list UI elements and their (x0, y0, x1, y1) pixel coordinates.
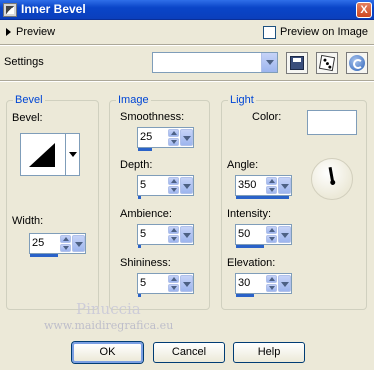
reset-icon (349, 55, 365, 71)
bevel-group: Bevel (6, 94, 99, 310)
intensity-level-bar (236, 245, 264, 248)
elevation-value: 30 (238, 277, 251, 289)
smoothness-level-bar (138, 148, 152, 151)
intensity-value: 50 (238, 228, 251, 240)
ambience-value: 5 (140, 228, 147, 240)
smoothness-down-arrow-icon[interactable] (168, 138, 179, 146)
angle-up-arrow-icon[interactable] (266, 177, 277, 185)
image-group-title: Image (116, 94, 151, 106)
width-label: Width: (12, 215, 44, 227)
shininess-level-bar (138, 294, 141, 297)
depth-level-bar (138, 196, 141, 199)
angle-dropdown-icon[interactable] (278, 177, 291, 194)
ambience-dropdown-icon[interactable] (180, 226, 193, 243)
angle-level-bar (236, 196, 289, 199)
preview-label[interactable]: Preview (16, 26, 55, 38)
save-preset-button[interactable] (286, 52, 308, 74)
depth-down-arrow-icon[interactable] (168, 186, 179, 194)
elevation-level-bar (236, 294, 254, 297)
intensity-spinner[interactable]: 50 (235, 224, 292, 248)
chevron-down-icon[interactable] (261, 53, 277, 72)
smoothness-value: 25 (140, 131, 153, 143)
preview-on-image-checkbox[interactable] (263, 26, 276, 39)
elevation-dropdown-icon[interactable] (278, 275, 291, 292)
ambience-down-arrow-icon[interactable] (168, 235, 179, 243)
watermark-name: Pinuccia (76, 300, 141, 318)
ambience-label: Ambience: (120, 208, 172, 220)
elevation-spinner[interactable]: 30 (235, 273, 292, 297)
dice-icon (318, 54, 336, 72)
width-level-bar (30, 254, 58, 257)
smoothness-dropdown-icon[interactable] (180, 129, 193, 146)
bevel-shape-preview[interactable] (20, 133, 66, 176)
angle-dial[interactable] (311, 158, 353, 200)
elevation-up-arrow-icon[interactable] (266, 275, 277, 283)
elevation-down-arrow-icon[interactable] (266, 284, 277, 292)
watermark-url: www.maidiregrafica.eu (44, 319, 174, 332)
smoothness-spinner[interactable]: 25 (137, 127, 194, 151)
intensity-up-arrow-icon[interactable] (266, 226, 277, 234)
ambience-up-arrow-icon[interactable] (168, 226, 179, 234)
width-spinner[interactable]: 25 (29, 233, 86, 257)
elevation-label: Elevation: (227, 257, 276, 269)
angle-needle-icon (328, 166, 334, 182)
depth-spinner[interactable]: 5 (137, 175, 194, 199)
ok-button[interactable]: OK (72, 342, 143, 363)
preview-expand-icon[interactable] (6, 28, 11, 36)
preview-on-image-label[interactable]: Preview on Image (280, 26, 368, 38)
inner-bevel-dialog: Inner Bevel X Preview Preview on Image S… (0, 0, 374, 370)
shininess-value: 5 (140, 277, 147, 289)
randomize-button[interactable] (316, 52, 338, 74)
depth-label: Depth: (120, 159, 153, 171)
shininess-down-arrow-icon[interactable] (168, 284, 179, 292)
depth-dropdown-icon[interactable] (180, 177, 193, 194)
angle-spinner[interactable]: 350 (235, 175, 292, 199)
shininess-spinner[interactable]: 5 (137, 273, 194, 297)
help-button[interactable]: Help (233, 342, 305, 363)
shininess-up-arrow-icon[interactable] (168, 275, 179, 283)
depth-value: 5 (140, 179, 147, 191)
window-title: Inner Bevel (21, 2, 86, 16)
reset-button[interactable] (346, 52, 368, 74)
intensity-label: Intensity: (227, 208, 272, 220)
light-group-title: Light (228, 94, 256, 106)
settings-dropdown[interactable] (152, 52, 278, 73)
divider (0, 80, 374, 82)
light-color-swatch[interactable] (307, 110, 357, 135)
intensity-down-arrow-icon[interactable] (266, 235, 277, 243)
angle-value: 350 (238, 179, 257, 191)
width-up-arrow-icon[interactable] (60, 235, 71, 243)
bevel-group-title: Bevel (13, 94, 45, 106)
shininess-dropdown-icon[interactable] (180, 275, 193, 292)
save-icon (290, 56, 304, 70)
depth-up-arrow-icon[interactable] (168, 177, 179, 185)
divider (0, 44, 374, 46)
bevel-label: Bevel: (12, 112, 43, 124)
color-label: Color: (252, 111, 282, 123)
angle-down-arrow-icon[interactable] (266, 186, 277, 194)
close-button[interactable]: X (356, 2, 372, 18)
ambience-spinner[interactable]: 5 (137, 224, 194, 248)
shininess-label: Shininess: (120, 257, 171, 269)
title-bar[interactable]: Inner Bevel X (0, 0, 374, 20)
intensity-dropdown-icon[interactable] (278, 226, 291, 243)
width-dropdown-icon[interactable] (72, 235, 85, 252)
width-value: 25 (32, 237, 45, 249)
width-down-arrow-icon[interactable] (60, 244, 71, 252)
app-icon (3, 3, 17, 17)
smoothness-label: Smoothness: (120, 111, 185, 123)
settings-label: Settings (4, 56, 44, 68)
ambience-level-bar (138, 245, 141, 248)
smoothness-up-arrow-icon[interactable] (168, 129, 179, 137)
cancel-button[interactable]: Cancel (153, 342, 225, 363)
angle-label: Angle: (227, 159, 259, 171)
bevel-shape-dropdown[interactable] (66, 133, 80, 176)
